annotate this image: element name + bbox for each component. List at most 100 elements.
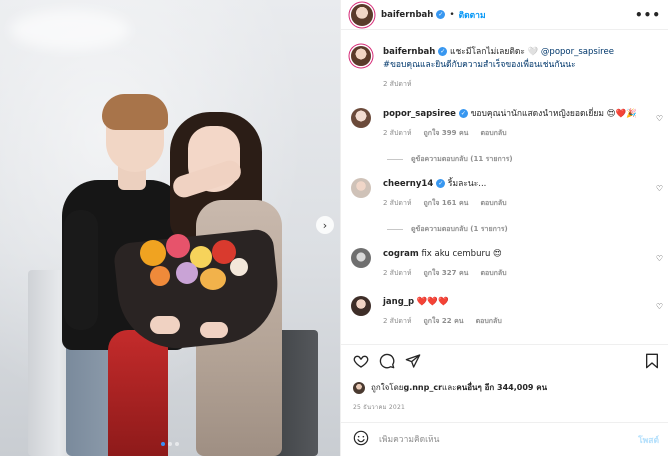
commenter-username[interactable]: cheerny14 bbox=[383, 179, 433, 189]
header-separator: • bbox=[449, 9, 455, 20]
next-photo-button[interactable]: › bbox=[316, 216, 334, 234]
comment-icon[interactable] bbox=[379, 353, 395, 369]
replies-line bbox=[387, 229, 403, 230]
liked-by-avatar[interactable] bbox=[353, 381, 365, 394]
reply-button[interactable]: ตอบกลับ bbox=[480, 197, 506, 210]
photo-light bbox=[10, 10, 130, 50]
comment-like-heart-icon[interactable]: ♡ bbox=[656, 184, 663, 193]
follow-button[interactable]: ติดตาม bbox=[459, 8, 486, 22]
caption-body: baifernbah ✓ แชะมีโลกไม่เลยติดะ 🤍 @popor_… bbox=[383, 46, 645, 91]
view-replies-label[interactable]: ดูข้อความตอบกลับ (11 รายการ) bbox=[411, 154, 513, 165]
caption-hashtag[interactable]: #ขอบคุณและยินดีกับความสำเร็จของเพื่อนเช่… bbox=[383, 60, 576, 70]
photo-flower bbox=[200, 268, 226, 290]
photo-hand bbox=[200, 322, 228, 338]
bookmark-icon[interactable] bbox=[645, 353, 659, 369]
comment-item: jang_p ❤️❤️❤️ 2 สัปดาห์ ถูกใจ 22 คน ตอบก… bbox=[351, 296, 663, 328]
comment-item: popor_sapsiree ✓ ขอบคุณน่านักแสดงนำหญิงยอ… bbox=[351, 108, 663, 140]
comment-body: cheerny14 ✓ ริ้มละนะ... 2 สัปดาห์ ถูกใจ 1… bbox=[383, 178, 645, 210]
photo-flower bbox=[140, 240, 166, 266]
carousel-dot bbox=[161, 442, 165, 446]
comment-body: cogram fix aku cemburu 😍 2 สัปดาห์ ถูกใจ… bbox=[383, 248, 645, 280]
commenter-username[interactable]: cogram bbox=[383, 249, 419, 259]
commenter-avatar[interactable] bbox=[351, 108, 371, 128]
verified-icon: ✓ bbox=[436, 179, 446, 188]
reply-button[interactable]: ตอบกลับ bbox=[480, 127, 506, 140]
caption-avatar[interactable] bbox=[351, 46, 371, 66]
caption-text: แชะมีโลกไม่เลยติดะ 🤍 bbox=[447, 47, 541, 57]
comment-text: ขอบคุณน่านักแสดงนำหญิงยอดเยี่ยม 😍❤️🎉 bbox=[467, 109, 637, 119]
carousel-dot bbox=[168, 442, 172, 446]
author-username[interactable]: baifernbah bbox=[381, 10, 433, 20]
photo-hand bbox=[150, 316, 180, 334]
caption-username[interactable]: baifernbah bbox=[383, 47, 435, 57]
liked-by-others[interactable]: คนอื่นๆ อีก 344,009 คน bbox=[456, 381, 547, 394]
comment-like-heart-icon[interactable]: ♡ bbox=[656, 254, 663, 263]
post-actions: ถูกใจโดย g.nnp_cr และ คนอื่นๆ อีก 344,00… bbox=[341, 344, 668, 422]
comment-meta: 2 สัปดาห์ ถูกใจ 327 คน ตอบกลับ bbox=[383, 267, 645, 280]
reply-button[interactable]: ตอบกลับ bbox=[476, 315, 502, 328]
comment-meta: 2 สัปดาห์ ถูกใจ 22 คน ตอบกลับ bbox=[383, 315, 645, 328]
post-date[interactable]: 25 ธันวาคม 2021 bbox=[353, 402, 405, 412]
comment-like-heart-icon[interactable]: ♡ bbox=[656, 302, 663, 311]
comment-time[interactable]: 2 สัปดาห์ bbox=[383, 127, 412, 140]
comment-likes[interactable]: ถูกใจ 161 คน bbox=[424, 197, 469, 210]
comments-list[interactable]: baifernbah ✓ แชะมีโลกไม่เลยติดะ 🤍 @popor_… bbox=[341, 30, 668, 344]
comment-time[interactable]: 2 สัปดาห์ bbox=[383, 315, 412, 328]
view-replies-button[interactable]: ดูข้อความตอบกลับ (1 รายการ) bbox=[387, 224, 508, 235]
verified-icon: ✓ bbox=[436, 10, 446, 19]
comment-item: cogram fix aku cemburu 😍 2 สัปดาห์ ถูกใจ… bbox=[351, 248, 663, 280]
comment-likes[interactable]: ถูกใจ 22 คน bbox=[424, 315, 464, 328]
comment-input[interactable] bbox=[379, 434, 639, 445]
liked-by-user[interactable]: g.nnp_cr bbox=[403, 383, 442, 392]
comment-meta: 2 สัปดาห์ ถูกใจ 161 คน ตอบกลับ bbox=[383, 197, 645, 210]
reply-button[interactable]: ตอบกลับ bbox=[480, 267, 506, 280]
post-header: baifernbah ✓ • ติดตาม ••• bbox=[341, 0, 668, 30]
comment-text: fix aku cemburu 😍 bbox=[418, 249, 502, 259]
liked-by-mid: และ bbox=[442, 383, 457, 392]
more-options-icon[interactable]: ••• bbox=[635, 8, 661, 22]
commenter-avatar[interactable] bbox=[351, 178, 371, 198]
photo-flower bbox=[166, 234, 190, 258]
liked-by: ถูกใจโดย g.nnp_cr และ คนอื่นๆ อีก 344,00… bbox=[353, 381, 547, 394]
action-icons bbox=[353, 353, 421, 369]
photo-flower bbox=[176, 262, 198, 284]
author-avatar[interactable] bbox=[351, 3, 373, 26]
share-icon[interactable] bbox=[405, 353, 421, 369]
commenter-username[interactable]: popor_sapsiree bbox=[383, 109, 456, 119]
caption-time[interactable]: 2 สัปดาห์ bbox=[383, 78, 412, 91]
commenter-avatar[interactable] bbox=[351, 248, 371, 268]
instagram-post: › baifernbah ✓ • ติดตาม ••• baifernbah ✓ … bbox=[0, 0, 668, 456]
verified-icon: ✓ bbox=[458, 109, 468, 118]
photo-bouquet-ribbon bbox=[108, 330, 168, 456]
heart-icon[interactable] bbox=[353, 353, 369, 369]
caption-meta: 2 สัปดาห์ bbox=[383, 78, 645, 91]
caption-mention[interactable]: @popor_sapsiree bbox=[541, 47, 614, 57]
carousel-dots bbox=[0, 442, 340, 446]
post-side-panel: baifernbah ✓ • ติดตาม ••• baifernbah ✓ แช… bbox=[340, 0, 668, 456]
comment-likes[interactable]: ถูกใจ 399 คน bbox=[424, 127, 469, 140]
photo-man-arm bbox=[64, 210, 98, 330]
comment-text: ริ้มละนะ... bbox=[445, 179, 487, 189]
commenter-username[interactable]: jang_p bbox=[383, 297, 414, 307]
comment-like-heart-icon[interactable]: ♡ bbox=[656, 114, 663, 123]
photo-man-hair bbox=[102, 94, 168, 130]
post-photo[interactable]: › bbox=[0, 0, 340, 456]
view-replies-label[interactable]: ดูข้อความตอบกลับ (1 รายการ) bbox=[411, 224, 508, 235]
comment-meta: 2 สัปดาห์ ถูกใจ 399 คน ตอบกลับ bbox=[383, 127, 645, 140]
verified-icon: ✓ bbox=[438, 47, 448, 56]
photo-flower bbox=[230, 258, 248, 276]
comment-time[interactable]: 2 สัปดาห์ bbox=[383, 197, 412, 210]
comment-item: cheerny14 ✓ ริ้มละนะ... 2 สัปดาห์ ถูกใจ 1… bbox=[351, 178, 663, 210]
comment-time[interactable]: 2 สัปดาห์ bbox=[383, 267, 412, 280]
comment-body: jang_p ❤️❤️❤️ 2 สัปดาห์ ถูกใจ 22 คน ตอบก… bbox=[383, 296, 645, 328]
emoji-icon[interactable] bbox=[353, 430, 369, 449]
commenter-avatar[interactable] bbox=[351, 296, 371, 316]
view-replies-button[interactable]: ดูข้อความตอบกลับ (11 รายการ) bbox=[387, 154, 513, 165]
post-caption: baifernbah ✓ แชะมีโลกไม่เลยติดะ 🤍 @popor_… bbox=[351, 46, 663, 91]
comment-likes[interactable]: ถูกใจ 327 คน bbox=[424, 267, 469, 280]
replies-line bbox=[387, 159, 403, 160]
photo-flower bbox=[150, 266, 170, 286]
carousel-dot bbox=[175, 442, 179, 446]
post-comment-button[interactable]: โพสต์ bbox=[638, 433, 659, 447]
comment-text: ❤️❤️❤️ bbox=[414, 297, 449, 307]
